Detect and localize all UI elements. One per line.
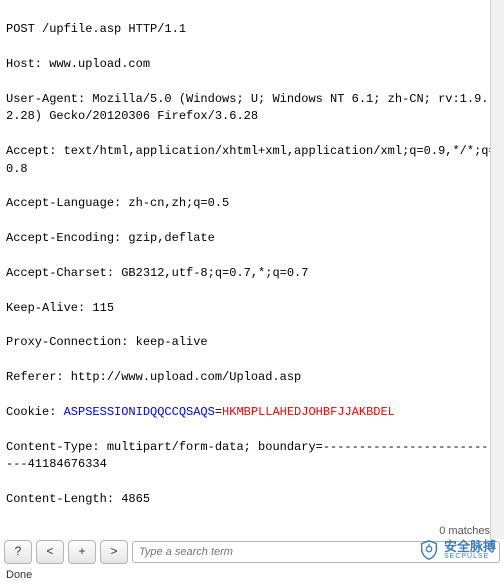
nav-forward-button[interactable]: > bbox=[100, 540, 128, 564]
header-accept-encoding: Accept-Encoding: gzip,deflate bbox=[6, 230, 497, 247]
add-button[interactable]: + bbox=[68, 540, 96, 564]
header-accept-language: Accept-Language: zh-cn,zh;q=0.5 bbox=[6, 195, 497, 212]
header-content-type: Content-Type: multipart/form-data; bound… bbox=[6, 439, 497, 474]
cookie-value: HKMBPLLAHEDJOHBFJJAKBDEL bbox=[222, 405, 395, 419]
header-content-length: Content-Length: 4865 bbox=[6, 491, 497, 508]
vertical-scrollbar[interactable] bbox=[490, 0, 504, 540]
header-cookie: Cookie: ASPSESSIONIDQQCCQSAQS=HKMBPLLAHE… bbox=[6, 404, 497, 421]
header-accept: Accept: text/html,application/xhtml+xml,… bbox=[6, 143, 497, 178]
http-raw-content: POST /upfile.asp HTTP/1.1 Host: www.uplo… bbox=[0, 0, 504, 540]
help-button[interactable]: ? bbox=[4, 540, 32, 564]
match-count: 0 matches bbox=[439, 525, 490, 537]
cookie-key: ASPSESSIONIDQQCCQSAQS bbox=[64, 405, 215, 419]
header-proxy-connection: Proxy-Connection: keep-alive bbox=[6, 334, 497, 351]
header-referer: Referer: http://www.upload.com/Upload.as… bbox=[6, 369, 497, 386]
status-bar: Done bbox=[0, 565, 504, 585]
search-toolbar: ? < + > bbox=[0, 539, 504, 565]
header-accept-charset: Accept-Charset: GB2312,utf-8;q=0.7,*;q=0… bbox=[6, 265, 497, 282]
header-host: Host: www.upload.com bbox=[6, 56, 497, 73]
nav-back-button[interactable]: < bbox=[36, 540, 64, 564]
status-done: Done bbox=[6, 569, 32, 581]
request-method-line: POST /upfile.asp HTTP/1.1 bbox=[6, 21, 497, 38]
header-keep-alive: Keep-Alive: 115 bbox=[6, 300, 497, 317]
header-user-agent: User-Agent: Mozilla/5.0 (Windows; U; Win… bbox=[6, 91, 497, 126]
search-input[interactable] bbox=[132, 541, 500, 563]
